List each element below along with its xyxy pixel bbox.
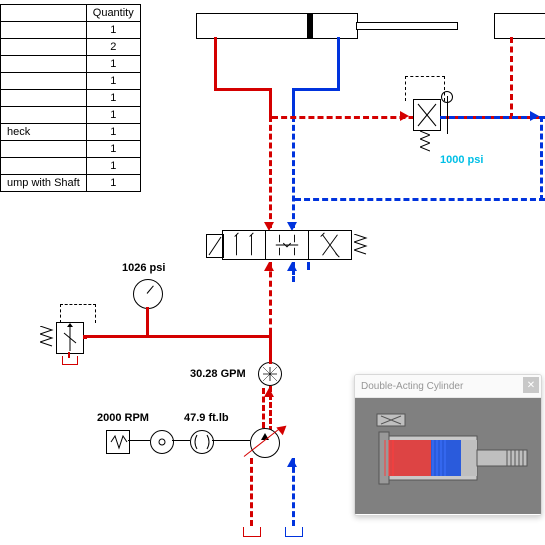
return-line xyxy=(337,37,340,91)
tank-symbol-suction xyxy=(285,527,303,537)
pressure-manifold xyxy=(86,335,272,338)
coupling-right xyxy=(190,430,214,454)
tank-symbol xyxy=(62,356,78,365)
popup-preview xyxy=(355,398,541,514)
component-preview-popup[interactable]: Double-Acting Cylinder ✕ xyxy=(354,374,542,516)
tank-return-line xyxy=(295,198,545,201)
bom-qty-header: Quantity xyxy=(86,5,140,22)
relief-valve[interactable] xyxy=(56,322,84,354)
return-line-dashed xyxy=(292,116,295,228)
popup-title: Double-Acting Cylinder xyxy=(361,381,463,392)
sequence-valve[interactable] xyxy=(413,99,441,131)
pilot-line xyxy=(405,76,445,101)
cylinder-2[interactable] xyxy=(494,13,545,39)
rpm-reading: 2000 RPM xyxy=(97,412,149,424)
flow-meter[interactable] xyxy=(258,362,282,386)
torque-reading: 47.9 ft.lb xyxy=(184,412,229,424)
pressure-line xyxy=(214,37,217,91)
gauge-reading: 1026 psi xyxy=(122,262,165,274)
bom-table: Quantity 1 2 1 1 1 1 heck1 1 1 ump with … xyxy=(0,4,141,192)
pressure-line-dashed xyxy=(269,116,272,228)
cylinder-1[interactable] xyxy=(196,13,358,39)
flow-reading: 30.28 GPM xyxy=(190,368,246,380)
sequence-pressure-label: 1000 psi xyxy=(440,154,483,166)
electric-motor[interactable] xyxy=(106,430,130,454)
popup-close-button[interactable]: ✕ xyxy=(523,377,539,393)
check-valve-icon xyxy=(441,91,453,103)
coupling-left xyxy=(150,430,174,454)
directional-control-valve[interactable] xyxy=(222,230,352,260)
pressure-gauge[interactable] xyxy=(133,279,163,309)
schematic-canvas[interactable]: Quantity 1 2 1 1 1 1 heck1 1 1 ump with … xyxy=(0,0,545,545)
solenoid-left-icon xyxy=(206,234,224,258)
